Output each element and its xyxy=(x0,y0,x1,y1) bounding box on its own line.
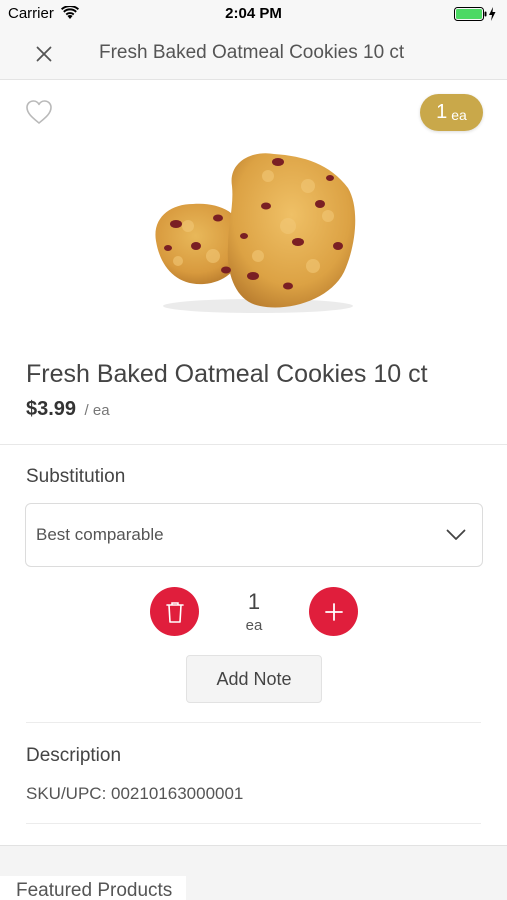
clock-time: 2:04 PM xyxy=(225,5,282,22)
substitution-select[interactable]: Best comparable xyxy=(25,503,483,567)
badge-unit: ea xyxy=(451,106,467,123)
price-row: $3.99 / ea xyxy=(26,398,110,421)
featured-products-label: Featured Products xyxy=(0,876,187,900)
cart-quantity-badge: 1 ea xyxy=(420,94,483,131)
sku-text: SKU/UPC: 00210163000001 xyxy=(26,784,244,803)
add-note-button[interactable]: Add Note xyxy=(186,655,322,703)
price-unit: / ea xyxy=(84,402,110,419)
featured-products-section: Featured Products xyxy=(0,845,507,900)
substitution-heading: Substitution xyxy=(26,466,126,487)
product-title: Fresh Baked Oatmeal Cookies 10 ct xyxy=(26,360,428,388)
divider xyxy=(26,823,481,824)
stepper-unit: ea xyxy=(245,617,263,634)
heart-icon xyxy=(26,100,52,124)
description-heading: Description xyxy=(26,745,122,766)
status-bar: Carrier 2:04 PM xyxy=(0,0,507,28)
trash-icon xyxy=(165,601,184,623)
nav-title: Fresh Baked Oatmeal Cookies 10 ct xyxy=(99,42,405,63)
substitution-selected-value: Best comparable xyxy=(36,525,164,544)
favorite-button[interactable] xyxy=(24,98,54,126)
nav-bar: Fresh Baked Oatmeal Cookies 10 ct xyxy=(0,28,507,80)
battery-icon xyxy=(454,7,496,21)
product-image xyxy=(155,153,356,313)
increase-quantity-button[interactable] xyxy=(309,587,358,636)
close-icon xyxy=(36,46,52,62)
remove-item-button[interactable] xyxy=(150,587,199,636)
chevron-down-icon xyxy=(446,529,466,540)
close-button[interactable] xyxy=(28,38,60,70)
divider xyxy=(0,444,507,445)
product-price: $3.99 xyxy=(26,398,77,420)
plus-icon xyxy=(324,602,343,621)
stepper-quantity: 1 xyxy=(247,589,261,614)
badge-quantity: 1 xyxy=(436,101,448,123)
divider xyxy=(26,722,481,723)
